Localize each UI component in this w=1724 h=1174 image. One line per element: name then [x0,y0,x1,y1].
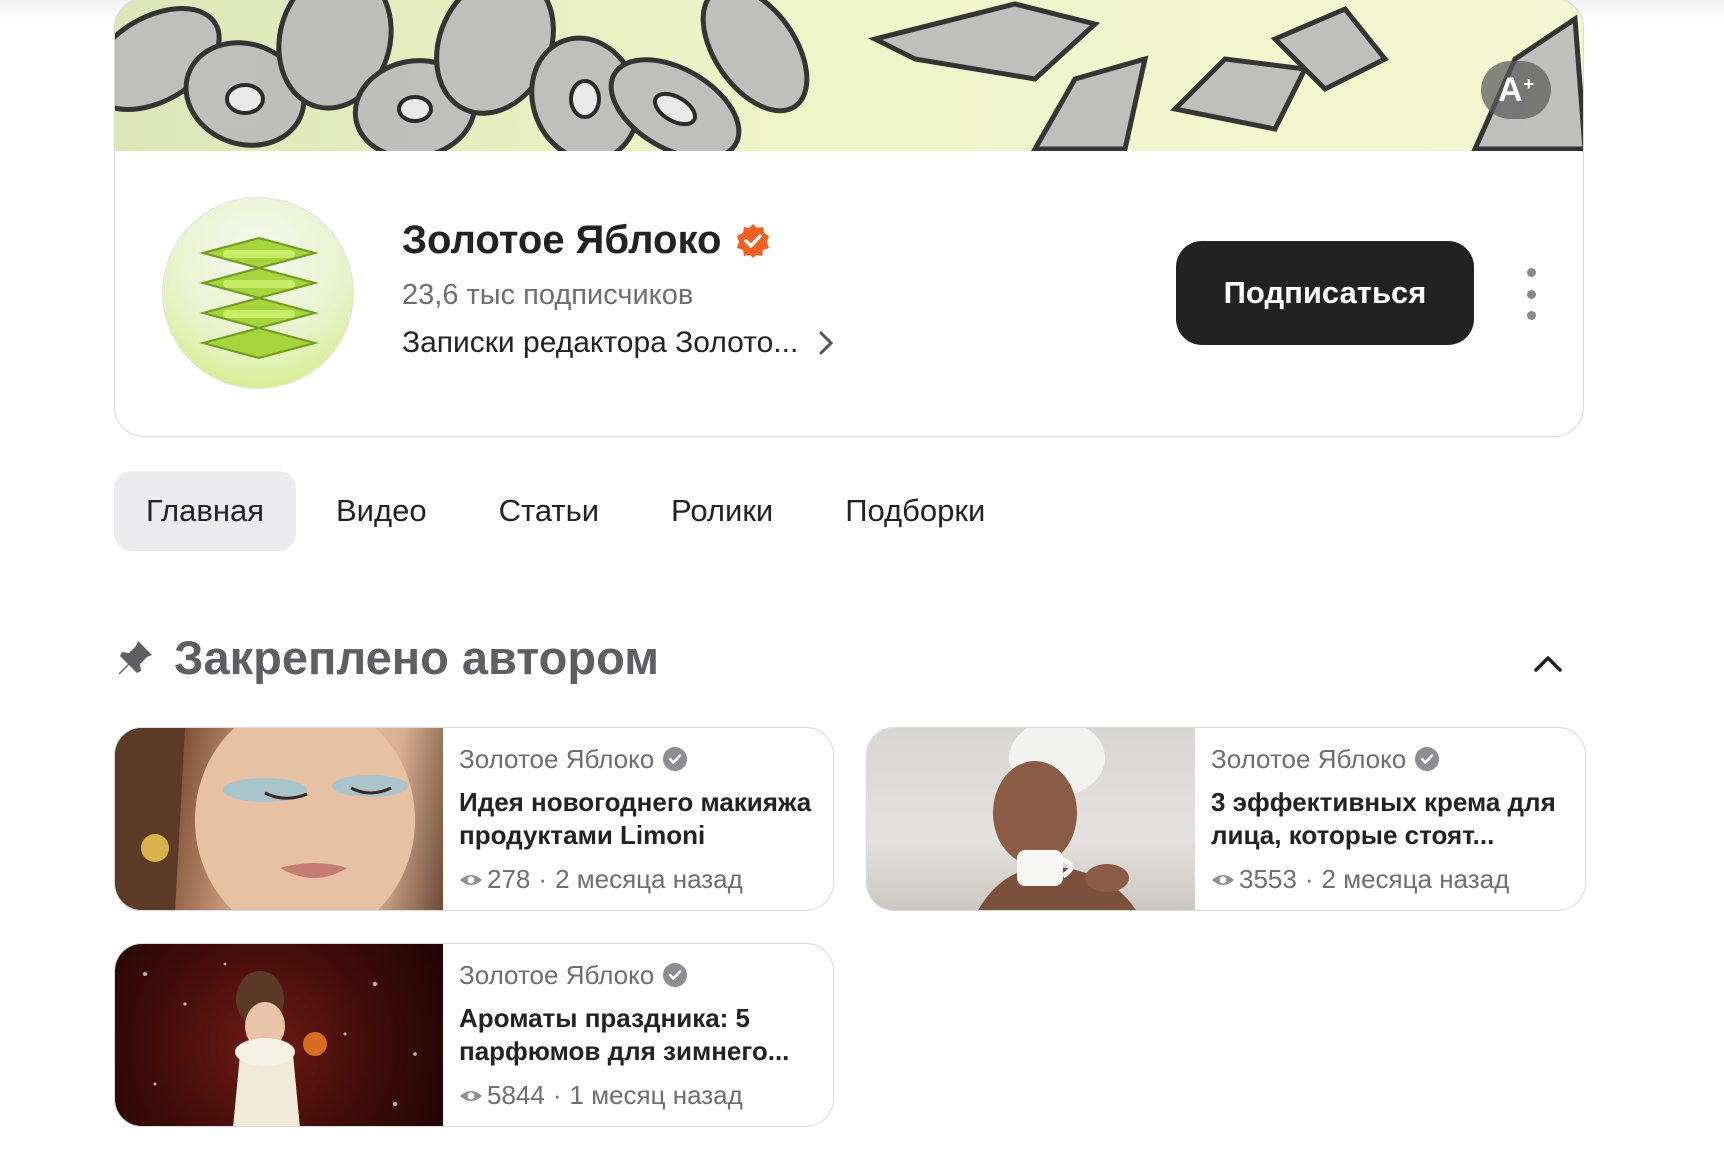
pinned-card-meta: Золотое Яблоко Ароматы праздника: 5 парф… [459,958,815,1111]
channel-description-link[interactable]: Записки редактора Золото... [402,326,836,360]
post-age: 1 месяц назад [569,1080,743,1110]
channel-banner: A + [115,0,1583,151]
post-age: 2 месяца назад [1321,864,1510,894]
tab-main[interactable]: Главная [114,471,296,551]
thumbnail-perfume [115,944,443,1126]
eye-icon [460,874,482,885]
thumbnail-cream [867,728,1195,910]
verified-check-icon [737,223,770,258]
pinned-author-row: Золотое Яблоко [1211,742,1567,776]
font-size-button[interactable]: A + [1481,61,1551,119]
pinned-card[interactable]: Золотое Яблоко Ароматы праздника: 5 парф… [114,943,834,1127]
channel-header-card: A + [114,0,1584,437]
verified-check-icon [1415,747,1440,771]
pinned-card[interactable]: Золотое Яблоко 3 эффективных крема для л… [866,727,1586,911]
channel-tabs: Главная Видео Статьи Ролики Подборки [114,471,1025,551]
tab-shorts[interactable]: Ролики [639,471,805,551]
pinned-title-text: Идея новогоднего макияжа продуктами Limo… [459,787,812,850]
pinned-author: Золотое Яблоко [1211,743,1407,774]
stats-separator: · [538,864,548,894]
tab-articles[interactable]: Статьи [467,471,631,551]
pinned-author-row: Золотое Яблоко [459,958,815,992]
pinned-stats: 5844 · 1 месяц назад [459,1080,815,1111]
pinned-stats: 278 · 2 месяца назад [459,864,815,895]
pin-icon [119,640,152,674]
verified-check-icon [663,963,688,987]
font-size-label: A [1497,70,1523,109]
pinned-card[interactable]: Золотое Яблоко Идея новогоднего макияжа … [114,727,834,911]
views-count: 3553 [1239,864,1297,894]
post-age: 2 месяца назад [555,864,743,894]
font-size-plus: + [1523,73,1535,94]
pinned-title: Закреплено автором [174,631,659,684]
channel-title-row: Золотое Яблоко [402,218,771,263]
pinned-title-text: Ароматы праздника: 5 парфюмов для зимнег… [459,1003,790,1066]
pinned-stats: 3553 · 2 месяца назад [1211,864,1567,895]
channel-avatar[interactable] [162,197,354,389]
thumbnail-makeup [115,728,443,910]
pinned-author: Золотое Яблоко [459,743,655,774]
subscribe-button[interactable]: Подписаться [1176,241,1474,345]
channel-description: Записки редактора Золото... [402,326,799,359]
pinned-author-row: Золотое Яблоко [459,742,815,776]
chevron-right-icon [819,331,834,355]
pinned-card-meta: Золотое Яблоко 3 эффективных крема для л… [1211,742,1567,895]
channel-name[interactable]: Золотое Яблоко [402,218,721,263]
subscriber-count: 23,6 тыс подписчиков [402,279,694,311]
verified-check-icon [663,747,688,771]
eye-icon [460,1090,482,1101]
stats-separator: · [552,1080,562,1110]
stats-separator: · [1304,864,1314,894]
pinned-section-header: Закреплено автором [114,630,659,685]
views-count: 5844 [487,1080,545,1110]
eye-icon [1212,874,1234,885]
views-count: 278 [487,864,531,894]
pinned-title-text: 3 эффективных крема для лица, которые ст… [1211,787,1556,850]
pinned-card-meta: Золотое Яблоко Идея новогоднего макияжа … [459,742,815,895]
pinned-author: Золотое Яблоко [459,959,655,990]
chevron-up-icon[interactable] [1530,648,1566,678]
more-vertical-icon[interactable] [1516,268,1546,320]
tab-collections[interactable]: Подборки [813,471,1017,551]
tab-video[interactable]: Видео [304,471,459,551]
